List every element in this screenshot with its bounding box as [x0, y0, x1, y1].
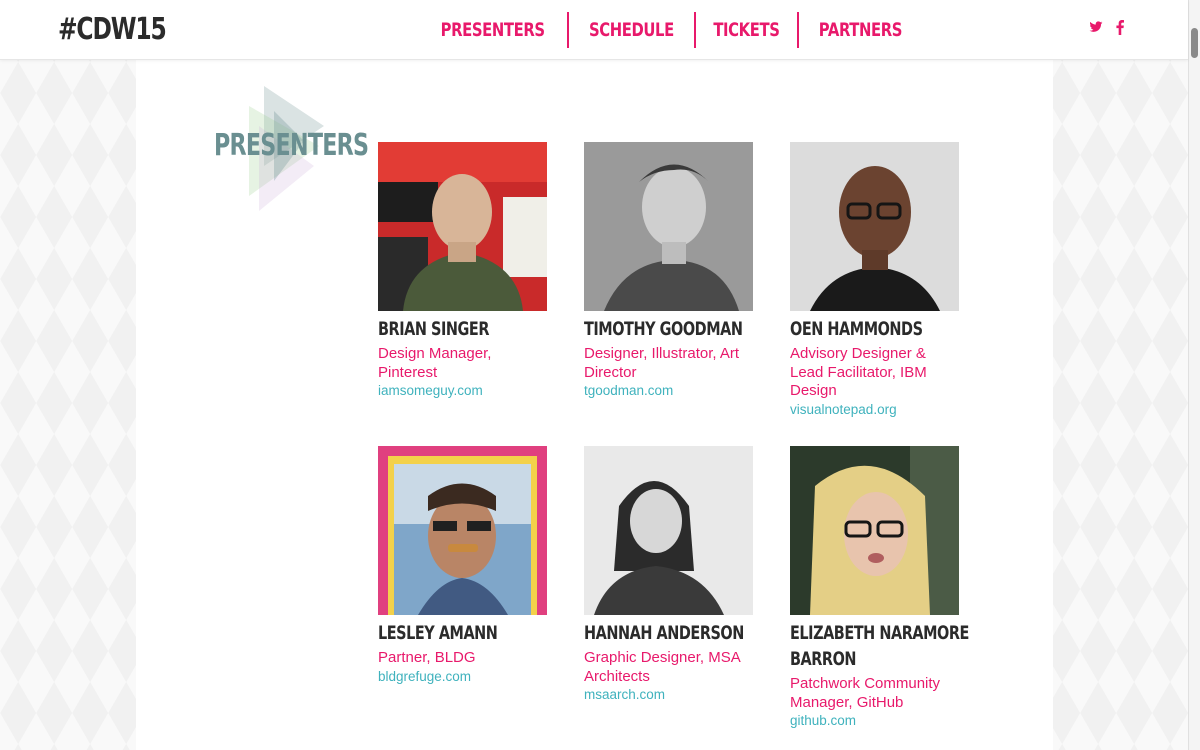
presenter-name: HANNAH ANDERSON [584, 622, 744, 644]
scrollbar-thumb[interactable] [1191, 28, 1198, 58]
presenter-role: Design Manager, Pinterest [378, 345, 492, 381]
presenter-card: ELIZABETH NARAMORE BARRON Patchwork Comm… [790, 446, 969, 730]
scrollbar[interactable] [1188, 0, 1200, 750]
nav-schedule[interactable]: SCHEDULE [569, 12, 694, 48]
presenter-photo[interactable] [584, 446, 753, 615]
presenter-card: HANNAH ANDERSON Graphic Designer, MSA Ar… [584, 446, 762, 704]
site-logo[interactable]: #CDW15 [58, 12, 167, 47]
presenter-name: TIMOTHY GOODMAN [584, 318, 743, 340]
presenter-photo[interactable] [378, 446, 547, 615]
presenter-photo[interactable] [790, 446, 959, 615]
presenter-name: ELIZABETH NARAMORE BARRON [790, 622, 969, 670]
presenter-role: Graphic Designer, MSA Architects [584, 649, 740, 685]
presenter-website-link[interactable]: bldgrefuge.com [378, 668, 550, 686]
presenter-role: Partner, BLDG [378, 649, 476, 666]
presenter-card: TIMOTHY GOODMAN Designer, Illustrator, A… [584, 142, 762, 400]
presenter-name: BRIAN SINGER [378, 318, 490, 340]
nav-tickets[interactable]: TICKETS [696, 12, 797, 48]
main-nav: PRESENTERS SCHEDULE TICKETS PARTNERS [418, 12, 922, 48]
presenter-website-link[interactable]: visualnotepad.org [790, 401, 962, 419]
social-links [1089, 20, 1129, 36]
presenter-role: Patchwork Community Manager, GitHub [790, 675, 941, 711]
presenter-website-link[interactable]: tgoodman.com [584, 382, 756, 400]
presenter-card: OEN HAMMONDS Advisory Designer & Lead Fa… [790, 142, 968, 419]
presenter-role: Advisory Designer & Lead Facilitator, IB… [790, 345, 927, 399]
nav-presenters[interactable]: PRESENTERS [418, 12, 567, 48]
presenter-website-link[interactable]: msaarch.com [584, 686, 756, 704]
presenter-name: OEN HAMMONDS [790, 318, 923, 340]
twitter-icon[interactable] [1089, 20, 1103, 36]
presenter-name: LESLEY AMANN [378, 622, 498, 644]
presenter-photo[interactable] [378, 142, 547, 311]
presenter-photo[interactable] [790, 142, 959, 311]
presenter-role: Designer, Illustrator, Art Director [584, 345, 740, 381]
presenter-website-link[interactable]: github.com [790, 712, 962, 730]
facebook-icon[interactable] [1115, 20, 1129, 36]
presenter-photo[interactable] [584, 142, 753, 311]
presenter-card: LESLEY AMANN Partner, BLDG bldgrefuge.co… [378, 446, 556, 686]
top-navigation-bar: #CDW15 PRESENTERS SCHEDULE TICKETS PARTN… [0, 0, 1188, 60]
presenter-website-link[interactable]: iamsomeguy.com [378, 382, 550, 400]
section-title: PRESENTERS [214, 128, 369, 163]
presenter-card: BRIAN SINGER Design Manager, Pinterest i… [378, 142, 556, 400]
nav-partners[interactable]: PARTNERS [799, 12, 922, 48]
